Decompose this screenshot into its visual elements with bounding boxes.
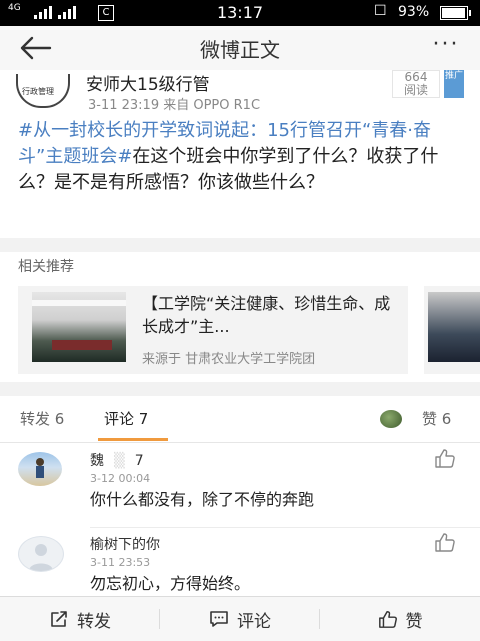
tab-repost[interactable]: 转发 6 — [20, 408, 64, 429]
related-card-next-thumbnail — [428, 292, 480, 362]
commenter-name[interactable]: 榆树下的你 — [90, 534, 160, 554]
comment-text: 勿忘初心，方得始终。 — [90, 574, 251, 593]
more-dots-icon: ··· — [432, 32, 460, 57]
read-count-badge: 664 阅读 — [392, 70, 440, 98]
interaction-tabs: 转发 6 评论 7 赞 6 — [0, 396, 480, 443]
person-figure-icon — [36, 458, 44, 478]
active-tab-indicator — [98, 438, 168, 441]
tab-comments[interactable]: 评论 7 — [104, 408, 148, 429]
commenter-name-suffix: 7 — [134, 453, 144, 469]
related-section: 相关推荐 【工学院“关注健康、珍惜生命、成长成才”主... 来源于 甘肃农业大学… — [0, 252, 480, 382]
like-label: 赞 — [405, 611, 423, 632]
nav-header: 微博正文 ··· — [0, 26, 480, 71]
post-content: #从一封校长的开学致词说起：15行管召开“青春·奋斗”主题班会#在这个班会中你学… — [18, 118, 466, 196]
related-card-thumbnail — [32, 292, 126, 362]
more-button[interactable]: ··· — [426, 34, 466, 60]
name-blur: ▒ — [114, 453, 125, 469]
battery-icon — [440, 6, 471, 20]
thumbs-up-icon — [435, 449, 455, 468]
comment-like-button[interactable] — [434, 532, 456, 552]
related-card-title: 【工学院“关注健康、珍惜生命、成长成才”主... — [142, 294, 391, 336]
section-divider — [0, 238, 480, 252]
page-title: 微博正文 — [200, 38, 280, 62]
avatar-logo-text: 行政管理 — [22, 87, 54, 96]
read-label: 阅读 — [403, 83, 428, 97]
comment-button[interactable]: 评论 — [160, 597, 320, 641]
like-button[interactable]: 赞 — [320, 597, 480, 641]
repost-label: 转发 — [77, 611, 111, 632]
comment-item: 魏 ▒ 7 3-12 00:04 你什么都没有，除了不停的奔跑 — [0, 444, 480, 528]
repost-button[interactable]: 转发 — [0, 597, 160, 641]
related-card[interactable]: 【工学院“关注健康、珍惜生命、成长成才”主... 来源于 甘肃农业大学工学院团 — [18, 286, 408, 374]
commenter-avatar[interactable] — [18, 536, 64, 572]
phone-icon: ☐ — [374, 3, 387, 19]
related-label: 相关推荐 — [18, 259, 74, 275]
related-card-source: 来源于 甘肃农业大学工学院团 — [142, 352, 316, 367]
default-avatar-icon — [29, 544, 53, 571]
thumbs-up-icon — [378, 611, 397, 628]
commenter-name-text: 魏 — [90, 453, 104, 469]
promote-button[interactable]: 推广 — [444, 70, 464, 98]
comment-like-button[interactable] — [434, 448, 456, 468]
comment-label: 评论 — [237, 611, 271, 632]
weibo-post: 行政管理 安师大15级行管 3-11 23:19 来自 OPPO R1C 664… — [0, 70, 480, 238]
commenter-avatar[interactable] — [18, 452, 62, 486]
repost-icon — [51, 611, 67, 627]
related-card-next[interactable] — [424, 286, 480, 374]
thumbs-up-icon — [435, 533, 455, 552]
section-divider — [0, 382, 480, 396]
bottom-action-bar: 转发 评论 赞 — [0, 596, 480, 641]
comment-time: 3-11 23:53 — [90, 556, 151, 569]
comment-item: 榆树下的你 3-11 23:53 勿忘初心，方得始终。 — [0, 528, 480, 596]
author-name[interactable]: 安师大15级行管 — [86, 70, 210, 95]
status-bar: 4G C 13:17 ☐ 93% — [0, 0, 480, 26]
tab-likes[interactable]: 赞 6 — [422, 408, 451, 429]
battery-percent: 93% — [398, 4, 430, 20]
comment-time: 3-12 00:04 — [90, 472, 151, 485]
author-avatar[interactable]: 行政管理 — [16, 74, 70, 108]
post-meta: 3-11 23:19 来自 OPPO R1C — [88, 98, 261, 113]
liker-avatar[interactable] — [380, 410, 402, 428]
comment-icon — [210, 611, 228, 627]
comment-text: 你什么都没有，除了不停的奔跑 — [90, 490, 315, 509]
commenter-name[interactable]: 魏 ▒ 7 — [90, 450, 144, 470]
